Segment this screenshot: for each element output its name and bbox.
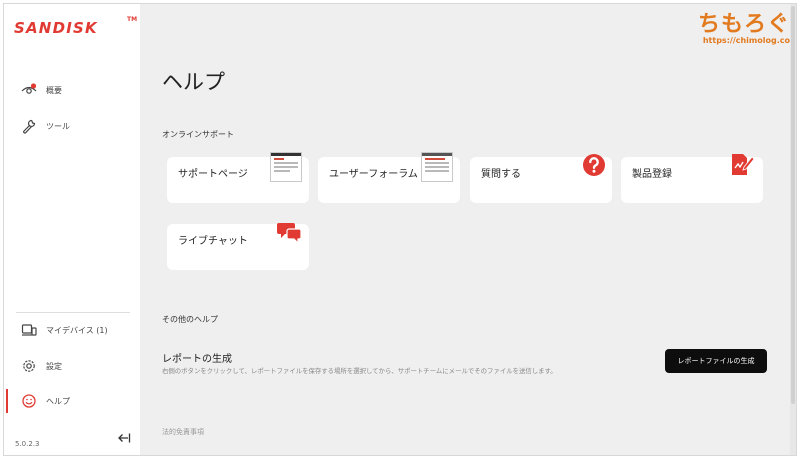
card-label: ユーザーフォーラム (329, 165, 418, 180)
logo-text: SANDISK (14, 19, 98, 37)
sidebar-item-label: 設定 (46, 361, 62, 372)
eye-icon (21, 82, 37, 98)
active-indicator (6, 389, 8, 413)
sidebar-item-settings[interactable]: 設定 (4, 352, 140, 380)
watermark: ちもろぐ https://chimolog.co (698, 6, 790, 45)
scrollbar-thumb[interactable] (791, 6, 795, 404)
app-version: 5.0.2.3 (15, 440, 40, 448)
report-title: レポートの生成 (162, 350, 232, 365)
question-icon (581, 152, 607, 178)
card-label: ライブチャット (178, 232, 248, 247)
scrollbar[interactable] (790, 4, 796, 455)
sidebar-item-help[interactable]: ヘルプ (4, 387, 140, 415)
register-icon (729, 152, 755, 178)
sidebar-item-tools[interactable]: ツール (4, 112, 140, 140)
other-help-heading: その他のヘルプ (162, 314, 218, 325)
card-label: 質問する (481, 165, 521, 180)
card-label: サポートページ (178, 165, 248, 180)
collapse-sidebar-icon[interactable] (117, 430, 131, 444)
support-page-thumbnail (270, 152, 302, 182)
live-chat-card[interactable]: ライブチャット (167, 224, 309, 270)
sidebar-item-my-devices[interactable]: マイデバイス (1) (4, 316, 140, 344)
product-registration-card[interactable]: 製品登録 (621, 157, 763, 203)
support-page-card[interactable]: サポートページ (167, 157, 309, 203)
chat-icon (277, 219, 303, 245)
sidebar-item-label: 概要 (46, 85, 62, 96)
smile-icon (21, 393, 37, 409)
forum-thumbnail (421, 152, 453, 182)
sidebar: SANDISK TM 概要 ツール (4, 4, 140, 455)
page-title: ヘルプ (162, 66, 225, 96)
online-support-heading: オンラインサポート (162, 129, 234, 140)
sidebar-item-overview[interactable]: 概要 (4, 76, 140, 104)
sidebar-item-label: ヘルプ (46, 396, 70, 407)
logo-trademark: TM (127, 16, 137, 23)
sandisk-logo: SANDISK TM (14, 18, 134, 36)
card-label: 製品登録 (632, 165, 672, 180)
legal-disclaimer-link[interactable]: 法的免責事項 (162, 427, 204, 437)
watermark-text: ちもろぐ (698, 6, 790, 38)
app-window: SANDISK TM 概要 ツール (3, 3, 797, 456)
report-description: 右側のボタンをクリックして、レポートファイルを保存する場所を選択してから、サポー… (162, 366, 557, 375)
sidebar-item-label: ツール (46, 121, 70, 132)
notification-dot (31, 83, 36, 88)
watermark-url: https://chimolog.co (698, 36, 790, 45)
gear-icon (21, 358, 37, 374)
wrench-icon (21, 118, 37, 134)
generate-report-button[interactable]: レポートファイルの生成 (665, 349, 767, 373)
ask-question-card[interactable]: 質問する (470, 157, 612, 203)
sidebar-divider (16, 312, 130, 313)
devices-icon (21, 322, 37, 338)
user-forum-card[interactable]: ユーザーフォーラム (318, 157, 460, 203)
sidebar-item-label: マイデバイス (1) (46, 325, 108, 336)
